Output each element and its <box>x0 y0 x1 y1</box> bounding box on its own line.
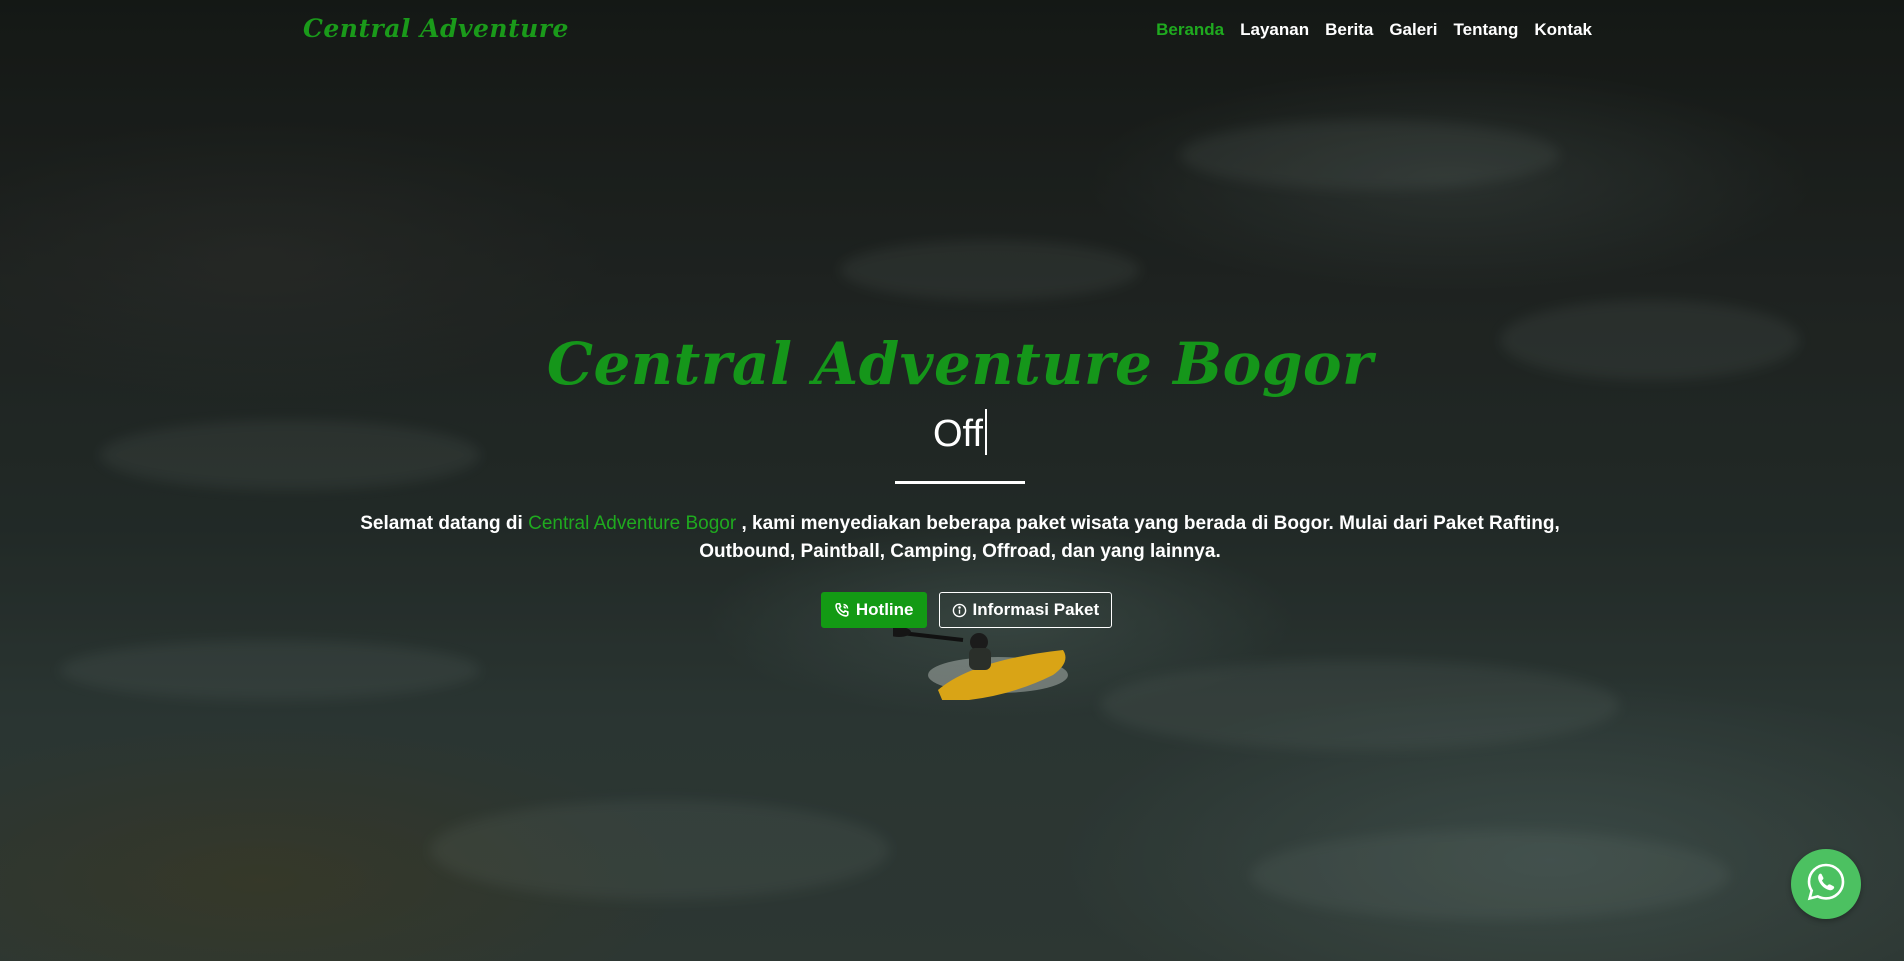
hotline-button[interactable]: Hotline <box>820 592 927 628</box>
phone-icon <box>834 602 850 618</box>
typing-cursor <box>985 409 987 455</box>
navbar: Central Adventure Beranda Layanan Berita… <box>0 0 1904 62</box>
nav-menu: Beranda Layanan Berita Galeri Tentang Ko… <box>1156 20 1592 40</box>
hotline-label: Hotline <box>855 600 914 619</box>
info-circle-icon <box>952 603 967 618</box>
nav-item-tentang[interactable]: Tentang <box>1454 20 1519 40</box>
nav-item-layanan[interactable]: Layanan <box>1240 20 1309 40</box>
whatsapp-icon <box>1804 860 1848 908</box>
whatsapp-button[interactable] <box>1791 849 1861 919</box>
kayak-image <box>893 627 1068 700</box>
nav-item-beranda[interactable]: Beranda <box>1156 20 1224 40</box>
description-highlight: Central Adventure Bogor <box>528 513 737 534</box>
typed-text-container: Off <box>0 409 1904 456</box>
description-prefix: Selamat datang di <box>360 513 529 534</box>
brand-logo[interactable]: Central Adventure <box>303 14 569 43</box>
info-paket-label: Informasi Paket <box>972 600 1100 619</box>
info-paket-button[interactable]: Informasi Paket <box>938 592 1113 628</box>
hero-buttons: Hotline Informasi Paket <box>0 592 1904 628</box>
hero-section: Central Adventure Beranda Layanan Berita… <box>0 0 1904 961</box>
nav-item-galeri[interactable]: Galeri <box>1389 20 1437 40</box>
title-divider <box>895 481 1025 484</box>
nav-item-berita[interactable]: Berita <box>1325 20 1373 40</box>
hero-title: Central Adventure Bogor <box>546 330 1374 398</box>
description-suffix: , kami menyediakan beberapa paket wisata… <box>699 513 1560 562</box>
hero-description: Selamat datang di Central Adventure Bogo… <box>320 510 1600 566</box>
nav-item-kontak[interactable]: Kontak <box>1534 20 1592 40</box>
typed-text: Off <box>933 413 983 455</box>
